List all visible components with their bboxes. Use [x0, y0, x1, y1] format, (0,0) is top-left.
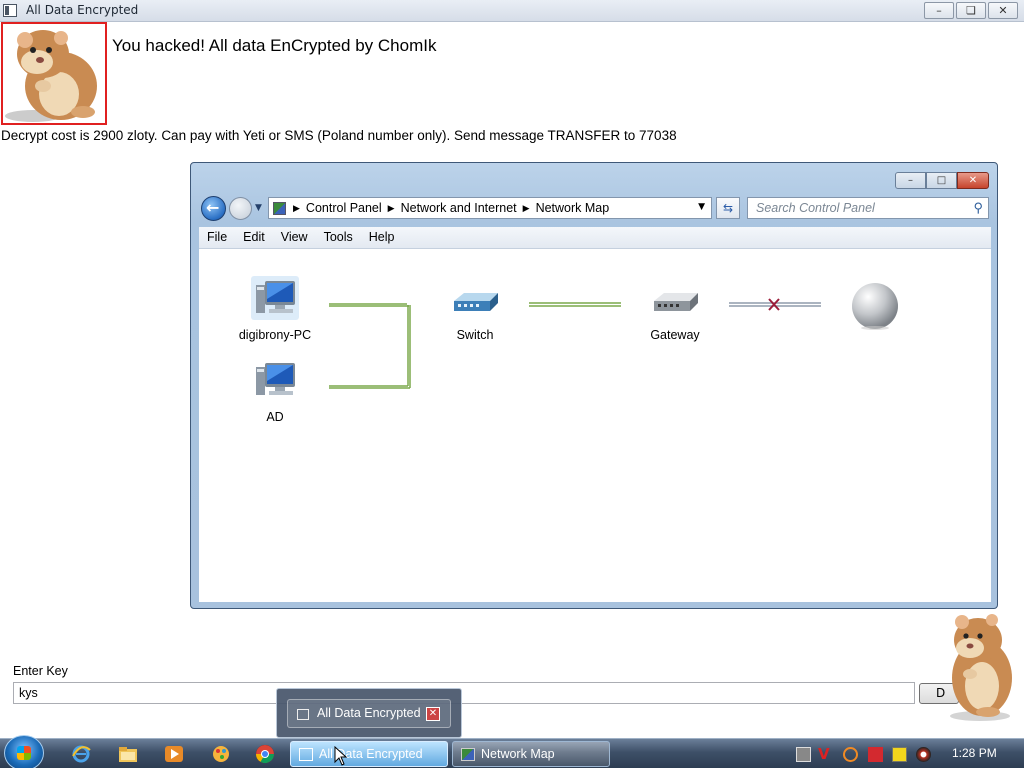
file-explorer-icon[interactable]: [117, 744, 139, 764]
volume-tray-icon[interactable]: [916, 747, 931, 762]
node-label-switch: Switch: [456, 328, 494, 342]
hamster-logo: [1, 22, 107, 125]
menu-tools[interactable]: Tools: [316, 227, 361, 248]
search-tray-icon[interactable]: [843, 747, 858, 762]
recent-pages-chevron-icon[interactable]: ▼: [255, 203, 262, 213]
search-icon[interactable]: ⚲: [973, 200, 983, 216]
node-label-ad: AD: [266, 410, 284, 424]
node-internet[interactable]: [825, 281, 925, 334]
thumbnail-title: All Data Encrypted: [317, 706, 421, 720]
flag-icon[interactable]: [868, 747, 883, 762]
hamster-mascot: [940, 612, 1020, 722]
mouse-cursor-icon: [334, 746, 348, 766]
start-button[interactable]: [4, 735, 44, 768]
refresh-icon[interactable]: ⇆: [716, 197, 740, 219]
nm-close-button[interactable]: ✕: [957, 172, 989, 189]
app-title-bar: All Data Encrypted – ❏ ✕: [0, 0, 1024, 22]
network-tray-icon[interactable]: [796, 747, 811, 762]
search-input[interactable]: Search Control Panel ⚲: [747, 197, 989, 219]
navigation-bar: ▼ ▶ Control Panel ▶ Network and Internet…: [199, 195, 991, 221]
restore-button[interactable]: ❏: [956, 2, 986, 19]
switch-icon: [454, 293, 498, 311]
breadcrumb-control-panel[interactable]: Control Panel: [306, 201, 382, 215]
gateway-router-icon: [654, 293, 698, 311]
key-input[interactable]: kys: [13, 682, 915, 704]
media-player-icon[interactable]: [163, 744, 185, 764]
menu-view[interactable]: View: [273, 227, 316, 248]
window-icon: [3, 4, 17, 17]
nm-minimize-button[interactable]: –: [895, 172, 926, 189]
computer-icon: [251, 276, 299, 320]
internet-explorer-icon[interactable]: [70, 744, 92, 764]
window-controls: – ❏ ✕: [924, 2, 1018, 19]
notification-tray-icon[interactable]: [892, 747, 907, 762]
menu-help[interactable]: Help: [361, 227, 403, 248]
network-window-controls: – □ ✕: [895, 172, 989, 189]
control-panel-icon: [273, 202, 286, 215]
breadcrumb-network-and-internet[interactable]: Network and Internet: [401, 201, 517, 215]
network-map-canvas: digibrony-PC AD Switch Gateway: [199, 249, 991, 602]
minimize-button[interactable]: –: [924, 2, 954, 19]
chrome-icon[interactable]: [254, 744, 276, 764]
node-label-gateway: Gateway: [650, 328, 700, 342]
node-gateway[interactable]: Gateway: [625, 285, 725, 342]
address-bar[interactable]: ▶ Control Panel ▶ Network and Internet ▶…: [268, 197, 712, 219]
search-placeholder: Search Control Panel: [756, 201, 875, 215]
node-switch[interactable]: Switch: [425, 285, 525, 342]
breadcrumb-network-map[interactable]: Network Map: [536, 201, 610, 215]
network-map-window: – □ ✕ ▼ ▶ Control Panel ▶ Network and In…: [190, 162, 998, 609]
taskbar-item-all-data-encrypted[interactable]: All Data Encrypted: [290, 741, 448, 767]
nm-maximize-button[interactable]: □: [926, 172, 957, 189]
antivirus-tray-icon[interactable]: V: [818, 747, 833, 762]
forward-arrow-icon[interactable]: [229, 197, 252, 220]
address-dropdown-icon[interactable]: ▼: [698, 202, 705, 212]
close-button[interactable]: ✕: [988, 2, 1018, 19]
app-title: All Data Encrypted: [26, 3, 139, 17]
thumbnail-close-icon[interactable]: ✕: [426, 707, 440, 721]
control-panel-icon: [461, 748, 475, 761]
node-computer[interactable]: digibrony-PC: [225, 275, 325, 342]
taskbar-thumbnail-preview[interactable]: All Data Encrypted ✕: [276, 688, 462, 738]
node-ad[interactable]: AD: [225, 357, 325, 424]
paint-icon[interactable]: [210, 744, 232, 764]
back-arrow-icon[interactable]: [201, 196, 226, 221]
task-label: Network Map: [481, 747, 555, 761]
node-label-pc: digibrony-PC: [238, 328, 312, 342]
taskbar-item-network-map[interactable]: Network Map: [452, 741, 610, 767]
breadcrumb: ▶ Control Panel ▶ Network and Internet ▶…: [293, 201, 610, 215]
enter-key-label: Enter Key: [13, 664, 68, 678]
menu-edit[interactable]: Edit: [235, 227, 273, 248]
window-icon: [297, 709, 309, 720]
taskbar: All Data Encrypted Network Map V 1:28 PM: [0, 735, 1024, 768]
menu-bar: File Edit View Tools Help: [199, 227, 991, 249]
computer-icon: [256, 363, 295, 395]
ransom-headline: You hacked! All data EnCrypted by ChomIk: [112, 36, 437, 55]
ransom-message: Decrypt cost is 2900 zloty. Can pay with…: [1, 128, 677, 143]
window-icon: [299, 748, 313, 761]
clock[interactable]: 1:28 PM: [952, 746, 997, 760]
broken-link-icon: [768, 298, 780, 311]
menu-file[interactable]: File: [199, 227, 235, 248]
internet-globe-icon: [852, 283, 898, 330]
